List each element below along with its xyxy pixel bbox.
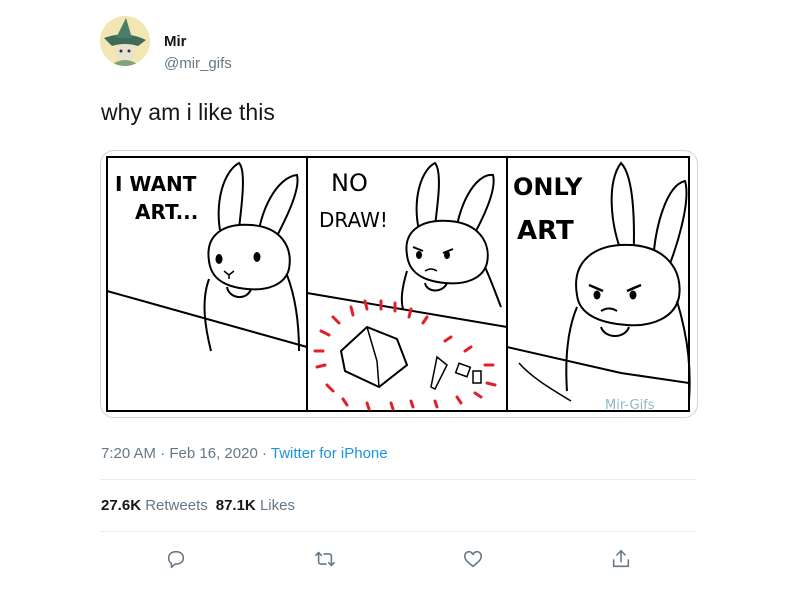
panel2-text-line2: DRAW! [319,208,388,232]
retweets-label: Retweets [145,497,208,514]
author-handle[interactable]: @mir_gifs [164,55,232,72]
panel1-text-line2: ART... [135,200,198,224]
retweets-count: 27.6K [101,497,142,514]
watermark: Mir-Gifs [605,398,655,413]
tweet-media-comic[interactable]: I WANT ART... NO DRAW! ONLY ART Mir-Gifs [100,150,698,418]
tweet-meta: 7:20 AM · Feb 16, 2020 · Twitter for iPh… [101,445,388,462]
panel3-text-line2: ART [517,216,574,246]
panel1-text-line1: I WANT [115,172,197,196]
avatar[interactable] [100,16,150,66]
comic-strip: I WANT ART... NO DRAW! ONLY ART Mir-Gifs [106,156,691,413]
likes-stat[interactable]: 87.1K Likes [216,497,295,514]
meta-separator: · [261,445,267,462]
retweet-icon [315,551,335,567]
likes-label: Likes [259,497,295,514]
panel3-text-line1: ONLY [513,173,583,201]
reply-icon [167,550,185,569]
tweet-source[interactable]: Twitter for iPhone [271,445,388,462]
witch-hat-avatar-icon [100,16,150,66]
divider [100,531,696,532]
tweet-text: why am i like this [101,99,275,125]
share-button[interactable] [606,544,636,574]
reply-button[interactable] [161,544,191,574]
divider [100,479,696,480]
retweet-button[interactable] [310,544,340,574]
heart-icon [463,550,483,568]
meta-separator: · [160,445,166,462]
tweet-date[interactable]: Feb 16, 2020 [169,445,257,462]
like-button[interactable] [458,544,488,574]
tweet-stats: 27.6K Retweets 87.1K Likes [101,497,295,514]
share-icon [612,549,630,568]
tweet-action-bar [100,544,696,574]
author-display-name[interactable]: Mir [164,33,187,50]
panel2-text-line1: NO [331,169,368,197]
likes-count: 87.1K [215,497,256,514]
tweet-time[interactable]: 7:20 AM [101,445,156,462]
retweets-stat[interactable]: 27.6K Retweets [101,497,208,514]
